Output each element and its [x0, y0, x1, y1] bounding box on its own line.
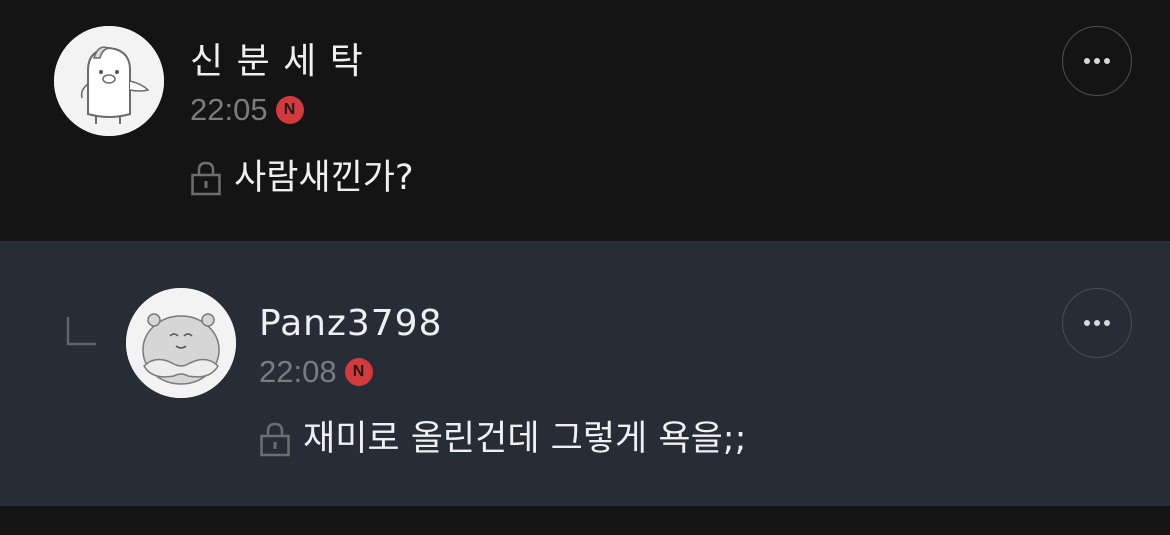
lock-icon — [259, 421, 291, 457]
comment-item: 신 분 세 탁 22:05 N 사람새낀가? — [0, 0, 1170, 242]
lock-icon — [190, 160, 222, 196]
more-options-button[interactable] — [1062, 26, 1132, 96]
reply-meta: 22:08 N — [259, 355, 373, 389]
new-badge: N — [275, 96, 304, 124]
comment-author[interactable]: 신 분 세 탁 — [190, 42, 364, 82]
reply-arrow-icon — [66, 317, 96, 347]
reply-text: 재미로 올린건데 그렇게 욕을;; — [303, 419, 747, 459]
more-options-icon — [1084, 320, 1090, 326]
bottom-area — [0, 506, 1170, 535]
more-options-dot — [1104, 58, 1110, 64]
reply-time: 22:08 — [259, 354, 337, 389]
reply-author[interactable]: Panz3798 — [259, 304, 442, 344]
comment-text: 사람새낀가? — [234, 158, 414, 198]
comment-body: 사람새낀가? — [190, 158, 414, 198]
more-options-dot — [1104, 320, 1110, 326]
new-badge: N — [344, 358, 373, 386]
more-options-dot — [1094, 320, 1100, 326]
more-options-button[interactable] — [1062, 288, 1132, 358]
penguin-avatar-icon[interactable] — [54, 26, 164, 136]
comment-time: 22:05 — [190, 92, 268, 127]
more-options-dot — [1094, 58, 1100, 64]
more-options-icon — [1084, 58, 1090, 64]
comment-list: 신 분 세 탁 22:05 N 사람새낀가? Panz3798 22:08 N … — [0, 0, 1170, 535]
comment-meta: 22:05 N — [190, 93, 304, 127]
hamster-avatar-icon[interactable] — [126, 288, 236, 398]
reply-body: 재미로 올린건데 그렇게 욕을;; — [259, 419, 746, 459]
